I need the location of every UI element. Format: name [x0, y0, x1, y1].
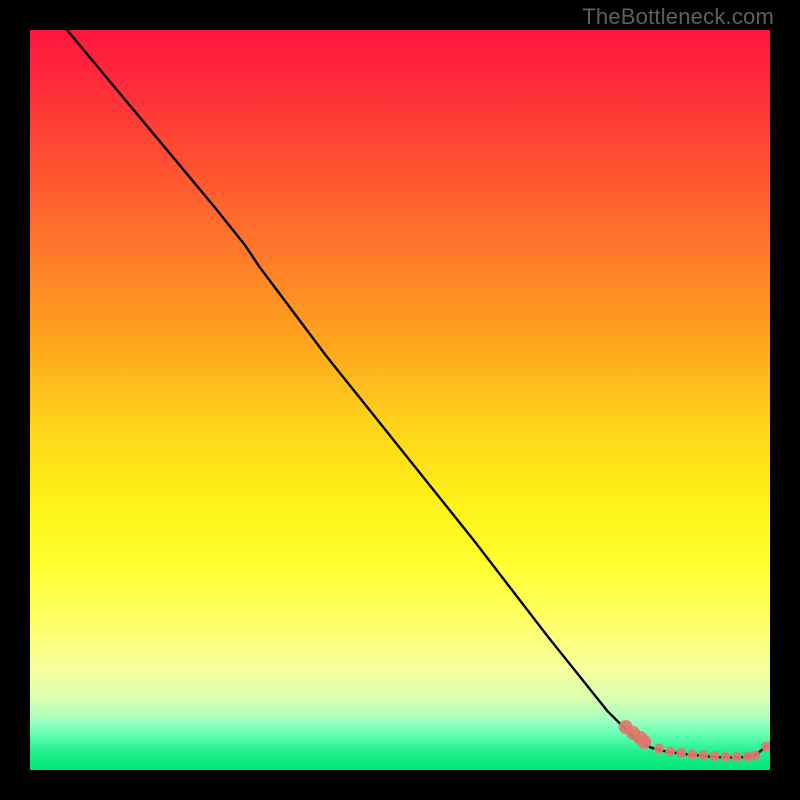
scatter-point [637, 735, 651, 749]
scatter-point [654, 744, 664, 754]
scatter-point [721, 752, 731, 762]
scatter-point [698, 750, 708, 760]
chart-stage: TheBottleneck.com [0, 0, 800, 800]
scatter-point [676, 748, 686, 758]
scatter-point [750, 750, 760, 760]
scatter-point [665, 747, 675, 757]
scatter-point [687, 749, 697, 759]
scatter-point [732, 752, 742, 762]
chart-svg [30, 30, 770, 770]
scatter-point [710, 751, 720, 761]
chart-background-gradient [30, 30, 770, 770]
watermark-text: TheBottleneck.com [582, 4, 774, 30]
chart-plot-area [30, 30, 770, 770]
